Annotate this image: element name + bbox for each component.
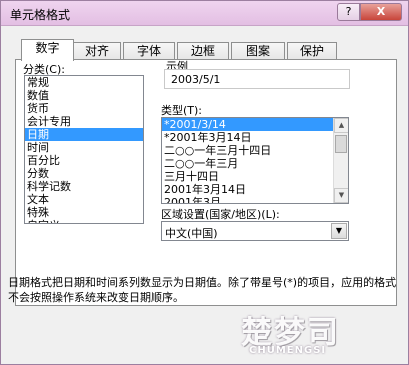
category-list-item[interactable]: 分数 bbox=[25, 167, 143, 180]
category-list-item[interactable]: 科学记数 bbox=[25, 180, 143, 193]
category-list[interactable]: 常规数值货币会计专用日期时间百分比分数科学记数文本特殊自定义 bbox=[24, 75, 144, 224]
tab-alignment[interactable]: 对齐 bbox=[73, 42, 121, 60]
triangle-down-icon: ▼ bbox=[335, 226, 343, 235]
category-list-item[interactable]: 数值 bbox=[25, 89, 143, 102]
locale-value: 中文(中国) bbox=[165, 227, 218, 240]
help-button[interactable]: ? bbox=[337, 3, 360, 21]
close-button[interactable]: X bbox=[360, 3, 402, 21]
triangle-up-icon: ▲ bbox=[338, 121, 345, 129]
category-list-item[interactable]: 百分比 bbox=[25, 154, 143, 167]
category-list-item[interactable]: 会计专用 bbox=[25, 115, 143, 128]
scroll-down-button[interactable]: ▼ bbox=[334, 188, 348, 203]
type-list-item[interactable]: 2001年3月 bbox=[162, 196, 333, 203]
dialog-title: 单元格格式 bbox=[10, 8, 71, 22]
watermark-sub: CHUMENGSI bbox=[249, 345, 327, 356]
type-list-item[interactable]: *2001年3月14日 bbox=[162, 131, 333, 144]
scroll-thumb[interactable] bbox=[335, 135, 347, 153]
category-list-item[interactable]: 特殊 bbox=[25, 206, 143, 219]
tab-protection[interactable]: 保护 bbox=[287, 42, 337, 60]
type-list-item[interactable]: 二○○一年三月 bbox=[162, 157, 333, 170]
sample-box: 2003/5/1 bbox=[164, 69, 350, 89]
category-list-item[interactable]: 文本 bbox=[25, 193, 143, 206]
sample-value: 2003/5/1 bbox=[171, 73, 221, 86]
category-list-item[interactable]: 时间 bbox=[25, 141, 143, 154]
category-list-item[interactable]: 货币 bbox=[25, 102, 143, 115]
locale-select[interactable]: 中文(中国) ▼ bbox=[161, 221, 349, 241]
tab-number[interactable]: 数字 bbox=[21, 39, 74, 61]
type-label: 类型(T): bbox=[161, 104, 203, 117]
category-list-item[interactable]: 日期 bbox=[25, 128, 143, 141]
format-description: 日期格式把日期和时间系列数显示为日期值。除了带星号(*)的项目，应用的格式不会按… bbox=[8, 276, 397, 304]
type-list-item[interactable]: *2001/3/14 bbox=[162, 118, 333, 131]
type-list-item[interactable]: 二○○一年三月十四日 bbox=[162, 144, 333, 157]
type-scrollbar[interactable]: ▲ ▼ bbox=[333, 118, 348, 203]
locale-label: 区域设置(国家/地区)(L): bbox=[161, 208, 280, 221]
type-list: *2001/3/14 *2001年3月14日 二○○一年三月十四日 二○○一年三月 三月… bbox=[162, 118, 333, 203]
watermark-logo: 楚梦司 CHUMENGSI bbox=[241, 309, 409, 365]
format-cells-dialog: 单元格格式 ? X 数字 对齐 字体 边框 图案 保护 分类(C): 常规 数值货… bbox=[0, 0, 409, 365]
type-list-box[interactable]: *2001/3/14 *2001年3月14日 二○○一年三月十四日 二○○一年三月 三月… bbox=[161, 117, 349, 204]
category-list-item[interactable]: 常规 bbox=[25, 76, 143, 89]
type-list-item[interactable]: 三月十四日 bbox=[162, 170, 333, 183]
locale-dropdown-button[interactable]: ▼ bbox=[331, 223, 347, 239]
tab-patterns[interactable]: 图案 bbox=[231, 42, 285, 60]
category-list-item[interactable]: 自定义 bbox=[25, 219, 143, 223]
title-bar[interactable]: 单元格格式 ? X bbox=[1, 1, 408, 26]
triangle-down-icon: ▼ bbox=[338, 191, 345, 199]
type-list-item[interactable]: 2001年3月14日 bbox=[162, 183, 333, 196]
scroll-up-button[interactable]: ▲ bbox=[334, 118, 348, 133]
